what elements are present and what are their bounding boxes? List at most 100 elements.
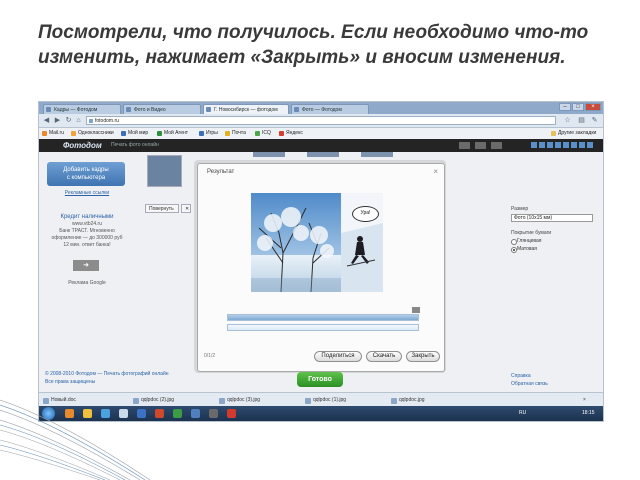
browser-tab[interactable]: Кадры — Фотодом [43, 104, 121, 114]
download-item[interactable]: qqlpdoc (1).jpg [305, 396, 346, 405]
favicon-icon [126, 107, 131, 112]
header-button[interactable] [491, 142, 502, 149]
site-header: Фотодом Печать фото онлайн [39, 139, 603, 152]
bookmark-agent[interactable]: Мой Агент [157, 130, 188, 137]
credit-title[interactable]: Кредит наличными [45, 214, 129, 221]
radio-matte[interactable]: Матовая [511, 246, 537, 253]
favicon-icon [206, 107, 211, 112]
forward-icon[interactable]: ▶ [53, 116, 62, 125]
image-icon [305, 398, 311, 404]
favicon-icon [46, 107, 51, 112]
nav-bar: ◀ ▶ ↻ ⌂ fotodom.ru ☆ ▤ ✎ [39, 114, 603, 128]
footer-copyright[interactable]: © 2008-2010 Фотодом — Печать фотографий … [45, 371, 169, 377]
back-icon[interactable]: ◀ [42, 116, 51, 125]
social-icon[interactable] [587, 142, 593, 148]
photo-thumbnail[interactable] [361, 152, 393, 157]
excel-icon[interactable] [173, 409, 182, 418]
page-menu-icon[interactable]: ▤ [577, 116, 586, 125]
close-button[interactable]: Закрыть [406, 351, 440, 362]
ad-links[interactable]: Рекламные ссылки [45, 190, 129, 197]
folder-icon [551, 131, 556, 136]
add-photos-button[interactable]: Добавить кадры с компьютера [47, 162, 125, 186]
app-icon[interactable] [209, 409, 218, 418]
star-icon[interactable]: ☆ [563, 116, 572, 125]
decorative-swirl [0, 399, 151, 480]
photo-thumbnail[interactable] [253, 152, 285, 157]
footer-help-link[interactable]: Справка [511, 373, 531, 379]
browser-screenshot: Кадры — Фотодом Фото и Видео Г. Новосиби… [38, 101, 604, 422]
photo-thumbnail[interactable] [307, 152, 339, 157]
games-icon [199, 131, 204, 136]
download-item[interactable]: qqlpdoc (3).jpg [219, 396, 260, 405]
social-icon[interactable] [555, 142, 561, 148]
progress-fill [228, 315, 418, 320]
download-item[interactable]: qqlpdoc.jpg [391, 396, 425, 405]
social-icon[interactable] [579, 142, 585, 148]
bookmark-yandex[interactable]: Яндекс [279, 130, 303, 137]
radio-glossy[interactable]: Глянцевая [511, 238, 542, 245]
mail-icon [42, 131, 47, 136]
result-photo: Ура! [251, 193, 383, 292]
favicon-icon [294, 107, 299, 112]
delete-button[interactable]: ✕ [181, 204, 191, 213]
progress-track [227, 324, 419, 331]
size-label: Размер [511, 206, 529, 212]
close-downloads-button[interactable]: × [575, 396, 586, 405]
header-button[interactable] [475, 142, 486, 149]
rotate-button[interactable]: Повернуть [145, 204, 179, 213]
mymir-icon [121, 131, 126, 136]
dialog-title: Результат [207, 169, 235, 175]
reload-icon[interactable]: ↻ [64, 116, 73, 125]
social-icon[interactable] [547, 142, 553, 148]
browser-tab[interactable]: Фото — Фотодом [291, 104, 369, 114]
site-logo[interactable]: Фотодом [63, 141, 102, 150]
paper-label: Покрытие бумаги [511, 230, 552, 236]
other-bookmarks[interactable]: Другие закладки [551, 130, 596, 137]
bookmark-games[interactable]: Игры [199, 130, 218, 137]
radio-checked-icon [511, 247, 517, 253]
slide-title: Посмотрели, что получилось. Если необход… [38, 22, 589, 68]
wrench-icon[interactable]: ✎ [590, 116, 599, 125]
share-button[interactable]: Поделиться [314, 351, 362, 362]
address-bar[interactable]: fotodom.ru [86, 116, 556, 125]
image-icon [391, 398, 397, 404]
icq-icon [255, 131, 260, 136]
bookmark-mymir[interactable]: Мой мир [121, 130, 148, 137]
header-button[interactable] [459, 142, 470, 149]
close-icon[interactable]: × [433, 167, 438, 176]
bookmark-postal[interactable]: Почта [225, 130, 246, 137]
page-icon [89, 119, 93, 123]
window-close-button[interactable]: × [585, 103, 601, 111]
social-icon[interactable] [539, 142, 545, 148]
tray-language[interactable]: RU [519, 410, 526, 416]
agent-icon [157, 131, 162, 136]
home-icon[interactable]: ⌂ [74, 116, 83, 125]
download-button[interactable]: Скачать [366, 351, 402, 362]
social-icon[interactable] [563, 142, 569, 148]
browser-tab-active[interactable]: Г. Новосибирск — фотодом [203, 104, 289, 114]
bookmark-ok[interactable]: Одноклассники [71, 130, 114, 137]
footer-feedback-link[interactable]: Обратная связь [511, 381, 548, 387]
social-icon[interactable] [531, 142, 537, 148]
credit-ad[interactable]: Кредит наличными www.vtb24.ru Банк ТРАСТ… [45, 214, 129, 249]
google-ads-label: Реклама Google [68, 280, 106, 286]
photo-thumbnail[interactable] [147, 155, 182, 187]
browser-tab[interactable]: Фото и Видео [123, 104, 201, 114]
tab-bar: Кадры — Фотодом Фото и Видео Г. Новосиби… [39, 102, 603, 114]
bookmark-mail[interactable]: Mail.ru [42, 130, 64, 137]
pdf-icon[interactable] [227, 409, 236, 418]
app-icon[interactable] [191, 409, 200, 418]
minimize-button[interactable]: – [559, 103, 571, 111]
site-tagline: Печать фото онлайн [111, 142, 159, 148]
speech-bubble: Ура! [352, 206, 379, 222]
social-icon[interactable] [571, 142, 577, 148]
done-button[interactable]: Готово [297, 372, 343, 387]
ok-icon [71, 131, 76, 136]
bookmark-icq[interactable]: ICQ [255, 130, 271, 137]
arrow-right-button[interactable]: ➜ [73, 260, 99, 271]
yandex-icon [279, 131, 284, 136]
maximize-button[interactable]: □ [572, 103, 584, 111]
dialog-status: 0/1/2 [204, 353, 216, 359]
size-select[interactable]: Фото (10x15 мм) [511, 214, 593, 222]
print-icon[interactable] [412, 307, 420, 313]
